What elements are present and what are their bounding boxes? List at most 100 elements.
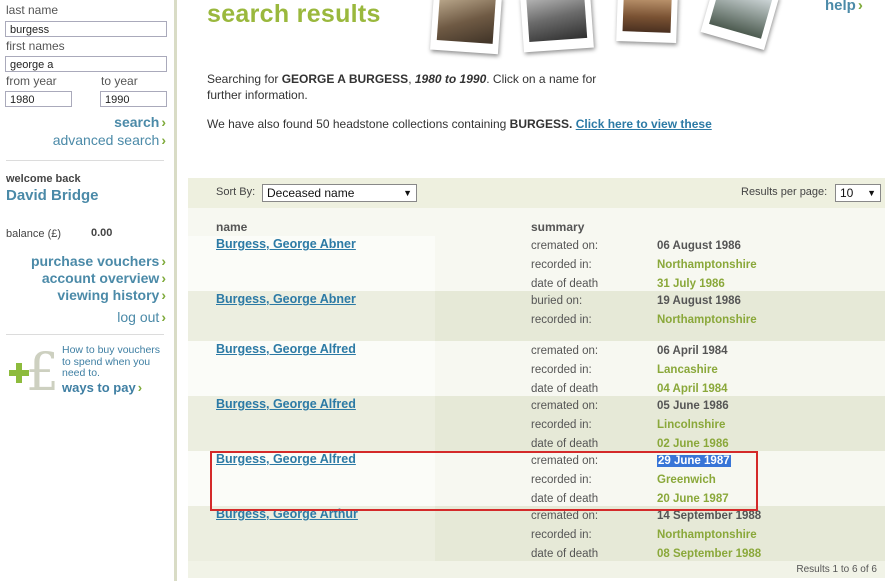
viewing-history-label: viewing history	[57, 287, 160, 303]
photo-church-image	[700, 0, 780, 51]
sort-by-label: Sort By:	[216, 186, 256, 198]
view-headstones-link[interactable]: Click here to view these	[576, 117, 712, 131]
divider	[6, 160, 164, 161]
field-value: Greenwich	[657, 474, 716, 486]
field-value: 05 June 1986	[657, 400, 729, 412]
page-title: search results	[207, 0, 381, 28]
search-suffix2: further information.	[207, 88, 308, 102]
to-year-input[interactable]: 1990	[100, 91, 167, 107]
chevron-right-icon: ›	[161, 287, 166, 303]
dropdown-arrow-icon: ▼	[867, 188, 876, 198]
sort-bar: Sort By: Deceased name ▼ Results per page…	[188, 178, 885, 208]
viewing-history-link[interactable]: viewing history ›	[57, 287, 166, 303]
field-label: recorded in:	[531, 259, 592, 271]
sidebar: last name burgess first names george a f…	[0, 0, 177, 581]
field-value: 06 April 1984	[657, 345, 728, 357]
photo-couple-image	[616, 0, 678, 44]
table-row: Burgess, George Alfred cremated on: 05 Jun…	[188, 396, 885, 451]
photo-horses-image	[520, 0, 594, 53]
search-link-label: search	[114, 114, 160, 130]
field-value: 04 April 1984	[657, 383, 728, 395]
welcome-label: welcome back	[6, 173, 81, 185]
field-label: cremated on:	[531, 400, 599, 412]
balance-label: balance (£)	[6, 228, 62, 240]
to-year-label: to year	[101, 74, 138, 88]
table-row: Burgess, George Alfred cremated on: 06 Apr…	[188, 341, 885, 396]
headstone-note: We have also found 50 headstone collecti…	[207, 117, 712, 131]
table-row: Burgess, George Abner buried on: 19 August…	[188, 291, 885, 341]
sort-by-value: Deceased name	[267, 186, 355, 200]
column-header-summary: summary	[531, 220, 585, 234]
first-names-label: first names	[6, 39, 65, 53]
field-label: cremated on:	[531, 345, 599, 357]
field-value: Northamptonshire	[657, 259, 757, 271]
dropdown-arrow-icon: ▼	[403, 188, 412, 198]
log-out-label: log out	[117, 309, 160, 325]
field-label: recorded in:	[531, 474, 592, 486]
table-row: Burgess, George Abner cremated on: 06 Augu…	[188, 236, 885, 291]
purchase-vouchers-link[interactable]: purchase vouchers ›	[31, 253, 166, 269]
results-per-page-select[interactable]: 10 ▼	[835, 184, 881, 202]
result-name-link[interactable]: Burgess, George Alfred	[216, 397, 356, 411]
result-name-link[interactable]: Burgess, George Alfred	[216, 452, 356, 466]
field-label: date of death	[531, 438, 599, 450]
from-year-label: from year	[6, 74, 57, 88]
user-name: David Bridge	[6, 187, 99, 204]
search-summary: Searching for GEORGE A BURGESS, 1980 to …	[207, 71, 637, 103]
field-label: date of death	[531, 383, 599, 395]
table-row: Burgess, George Arthur cremated on: 14 Sep…	[188, 506, 885, 561]
search-name: GEORGE A BURGESS	[281, 72, 409, 86]
field-value: Northamptonshire	[657, 529, 757, 541]
advanced-search-link[interactable]: advanced search ›	[53, 132, 166, 148]
result-name-link[interactable]: Burgess, George Abner	[216, 292, 356, 306]
pound-plus-icon: £	[6, 343, 66, 403]
result-name-link[interactable]: Burgess, George Arthur	[216, 507, 358, 521]
result-name-link[interactable]: Burgess, George Abner	[216, 237, 356, 251]
account-overview-label: account overview	[41, 270, 160, 286]
chevron-right-icon: ›	[161, 270, 166, 286]
log-out-link[interactable]: log out ›	[117, 309, 166, 325]
column-header-name: name	[216, 220, 248, 234]
first-names-input[interactable]: george a	[5, 56, 167, 72]
field-value: Northamptonshire	[657, 314, 757, 326]
last-name-input[interactable]: burgess	[5, 21, 167, 37]
field-value: 06 August 1986	[657, 240, 741, 252]
ways-to-pay-label: ways to pay	[62, 380, 136, 395]
account-overview-link[interactable]: account overview ›	[42, 270, 166, 286]
search-link[interactable]: search ›	[114, 114, 166, 130]
ways-to-pay-link[interactable]: ways to pay ›	[62, 380, 142, 395]
chevron-right-icon: ›	[857, 0, 863, 14]
field-label: cremated on:	[531, 455, 599, 467]
field-label: recorded in:	[531, 314, 592, 326]
field-value: 14 September 1988	[657, 510, 762, 522]
field-value: 31 July 1986	[657, 278, 725, 290]
field-label: cremated on:	[531, 510, 599, 522]
search-suffix: . Click on a name for	[486, 72, 597, 86]
results-per-page-value: 10	[840, 186, 854, 200]
field-label: recorded in:	[531, 529, 592, 541]
chevron-right-icon: ›	[161, 132, 166, 148]
field-label: recorded in:	[531, 419, 592, 431]
purchase-vouchers-label: purchase vouchers	[30, 253, 160, 269]
from-year-input[interactable]: 1980	[5, 91, 72, 107]
field-label: date of death	[531, 548, 599, 560]
help-link[interactable]: help ›	[825, 0, 863, 14]
svg-text:£: £	[26, 344, 59, 396]
advanced-search-label: advanced search	[52, 132, 160, 148]
chevron-right-icon: ›	[161, 253, 166, 269]
field-value: 20 June 1987	[657, 493, 729, 505]
headstone-name: BURGESS.	[509, 117, 573, 131]
chevron-right-icon: ›	[137, 380, 143, 395]
last-name-label: last name	[6, 3, 59, 17]
headstone-prefix: We have also found 50 headstone collecti…	[207, 117, 510, 131]
results-count: Results 1 to 6 of 6	[796, 564, 877, 575]
result-name-link[interactable]: Burgess, George Alfred	[216, 342, 356, 356]
field-value: 08 September 1988	[657, 548, 762, 560]
sort-by-select[interactable]: Deceased name ▼	[262, 184, 417, 202]
photo-family-image	[430, 0, 502, 55]
field-value: Lincolnshire	[657, 419, 726, 431]
chevron-right-icon: ›	[161, 309, 166, 325]
promo-text: How to buy vouchers to spend when you ne…	[62, 344, 161, 379]
field-label: recorded in:	[531, 364, 592, 376]
balance-value: 0.00	[91, 227, 113, 239]
